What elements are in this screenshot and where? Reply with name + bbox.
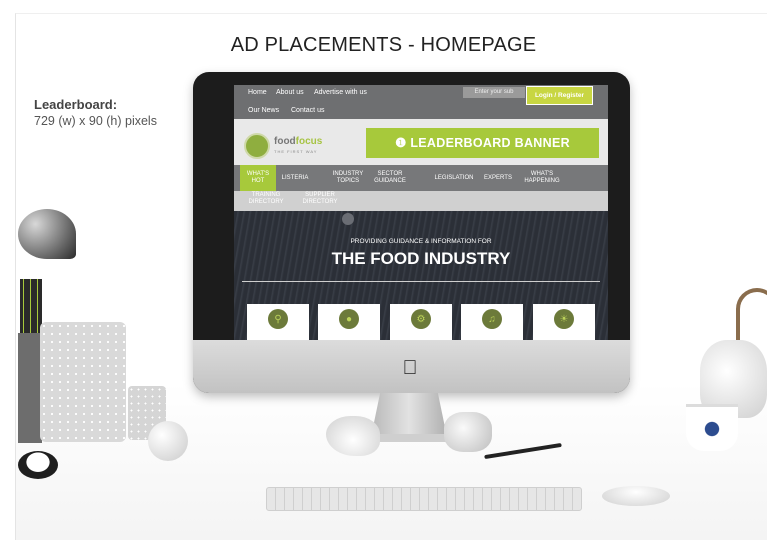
logo-text-a: food [274, 136, 296, 147]
keyboard [266, 487, 582, 511]
menu-industry-topics[interactable]: INDUSTRY TOPICS [328, 165, 368, 191]
monitor-stand [371, 393, 447, 437]
logo-tagline: THE FIRST WAY [274, 149, 318, 154]
tile-tag[interactable]: ● [318, 304, 380, 340]
submenu-training-directory[interactable]: TRAINING DIRECTORY [248, 192, 284, 206]
search-icon: ⚲ [268, 309, 288, 329]
leaderboard-banner[interactable]: ❶ LEADERBOARD BANNER [366, 128, 599, 158]
desk-lamp [18, 209, 76, 259]
tag-icon: ● [339, 309, 359, 329]
menu-legislation[interactable]: LEGISLATION [430, 165, 478, 191]
apple-logo-icon:  [400, 357, 420, 380]
site-logo[interactable]: foodfocus [274, 136, 322, 147]
nav-advertise-link[interactable]: Advertise with us [314, 89, 367, 96]
nav-home-link[interactable]: Home [248, 89, 267, 96]
white-orb [148, 421, 188, 461]
nav-news-link[interactable]: Our News [248, 107, 279, 114]
pencil-cup [18, 333, 42, 443]
hero-divider [242, 281, 600, 282]
crumpled-paper [444, 412, 492, 452]
nav-contact-link[interactable]: Contact us [291, 107, 324, 114]
panda-figurine [18, 451, 58, 479]
microscope-icon: ⚙ [411, 309, 431, 329]
logo-icon [244, 133, 270, 159]
tile-microphone[interactable]: ♫ [461, 304, 523, 340]
hero-title: THE FOOD INDUSTRY [331, 249, 511, 268]
hero-badge-icon [342, 213, 354, 225]
tile-lightbulb[interactable]: ☀ [533, 304, 595, 340]
sub-nav [234, 191, 608, 211]
mouse [602, 486, 670, 506]
perforated-vase [40, 322, 126, 442]
logo-text-b: focus [295, 136, 323, 147]
submenu-supplier-directory[interactable]: SUPPLIER DIRECTORY [298, 192, 342, 206]
spec-name: Leaderboard: [34, 97, 118, 112]
hero-kicker: PROVIDING GUIDANCE & INFORMATION FOR [350, 238, 492, 245]
leaderboard-spec: Leaderboard: 729 (w) x 90 (h) pixels [34, 96, 157, 130]
menu-whats-happening[interactable]: WHAT'S HAPPENING [522, 165, 562, 191]
search-input[interactable]: Enter your sub [463, 87, 525, 98]
lightbulb-icon: ☀ [554, 309, 574, 329]
tile-microscope[interactable]: ⚙ [390, 304, 452, 340]
tile-search[interactable]: ⚲ [247, 304, 309, 340]
nav-about-link[interactable]: About us [276, 89, 304, 96]
menu-listeria[interactable]: LISTERIA [278, 165, 312, 191]
tea-cup [686, 404, 738, 451]
spec-size: 729 (w) x 90 (h) pixels [34, 114, 157, 128]
login-register-button[interactable]: Login / Register [526, 86, 593, 105]
menu-whats-hot[interactable]: WHAT'S HOT [240, 165, 276, 191]
slide-title: AD PLACEMENTS - HOMEPAGE [230, 34, 537, 56]
pencils [20, 279, 42, 335]
menu-sector-guidance[interactable]: SECTOR GUIDANCE [370, 165, 410, 191]
microphone-icon: ♫ [482, 309, 502, 329]
menu-experts[interactable]: EXPERTS [478, 165, 518, 191]
website-screen: Home About us Advertise with us Our News… [234, 85, 608, 340]
